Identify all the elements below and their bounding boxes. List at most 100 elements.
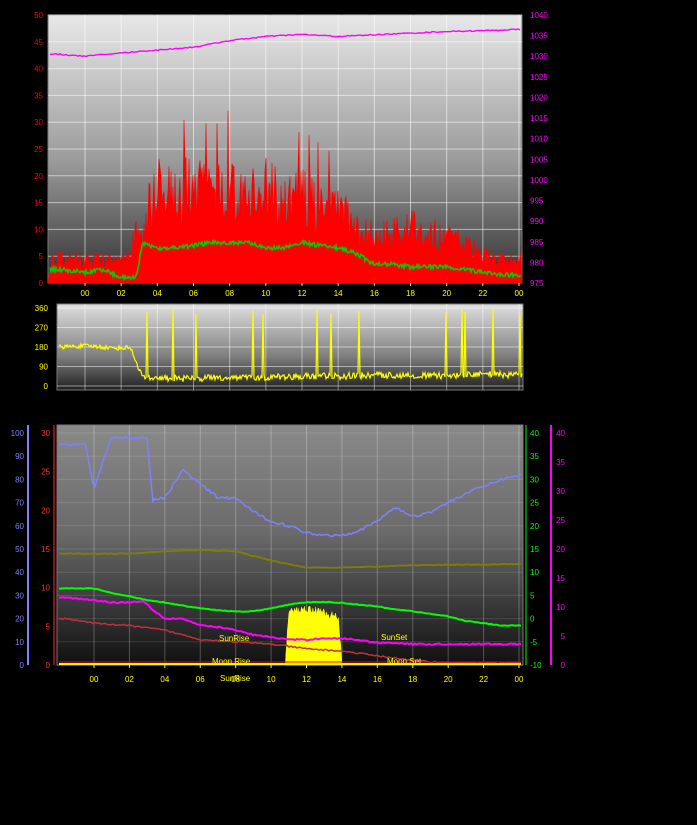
pressure-tick-label: 1040	[530, 11, 548, 20]
legend-humidity: Umidita	[83, 401, 128, 416]
panel-temperature-legend: Pioggia Umidita Solar Extra temp1 Temper…	[0, 401, 576, 416]
pressure-tick-label: 1000	[530, 176, 548, 185]
temperature-tick-label: -10	[530, 661, 542, 670]
direction-tick-label: 180	[35, 343, 49, 352]
x-tick-label-bottom-11: 22	[479, 675, 488, 684]
temperature-tick-label: 25	[530, 499, 539, 508]
rain-tick-label: 0	[46, 661, 51, 670]
direction-tick-label: 0	[44, 382, 49, 391]
legend-dewpoint: Dew Point (°C)	[490, 401, 576, 416]
dewpoint-tick-label: 35	[556, 458, 565, 467]
x-tick-label-bottom-5: 10	[267, 675, 276, 684]
humidity-tick-label: 0	[20, 661, 25, 670]
dewpoint-tick-label: 10	[556, 603, 565, 612]
humidity-tick-label: 80	[15, 475, 24, 484]
x-tick-label-top-9: 18	[406, 289, 415, 298]
wind-tick-label: 10	[34, 225, 43, 234]
x-tick-label-top-6: 12	[298, 289, 307, 298]
wind-tick-label: 5	[39, 252, 44, 261]
direction-tick-label: 270	[35, 324, 49, 333]
x-tick-label-top-5: 10	[261, 289, 270, 298]
compass-label-n-top: N	[544, 299, 553, 314]
x-tick-label-top-3: 06	[189, 289, 198, 298]
humidity-tick-label: 60	[15, 522, 24, 531]
compass-label-n-bottom: N	[544, 380, 553, 395]
pressure-tick-label: 1015	[530, 114, 548, 123]
solar-radiation-area	[285, 605, 343, 666]
temperature-tick-label: -5	[530, 638, 538, 647]
temperature-tick-label: 15	[530, 545, 539, 554]
x-tick-label-top-0: 00	[81, 289, 90, 298]
compass-label-w: W	[543, 319, 556, 334]
pressure-tick-label: 1030	[530, 52, 548, 61]
pressure-tick-label: 1035	[530, 32, 548, 41]
temperature-tick-label: 5	[530, 591, 535, 600]
legend-solar: Solar	[146, 401, 177, 416]
wind-tick-label: 40	[34, 65, 43, 74]
dewpoint-tick-label: 40	[556, 429, 565, 438]
compass-labels: N W S E N	[543, 299, 556, 395]
temperature-tick-label: 20	[530, 522, 539, 531]
rain-tick-label: 15	[41, 545, 50, 554]
humidity-tick-label: 40	[15, 568, 24, 577]
wind-tick-label: 30	[34, 118, 43, 127]
x-tick-label-top-12: 00	[515, 289, 524, 298]
dewpoint-tick-label: 25	[556, 516, 565, 525]
rain-tick-label: 5	[46, 622, 51, 631]
pressure-tick-label: 990	[530, 217, 544, 226]
compass-label-e: E	[545, 360, 554, 375]
humidity-tick-label: 30	[15, 591, 24, 600]
dewpoint-tick-label: 0	[561, 661, 566, 670]
rain-tick-label: 25	[41, 468, 50, 477]
legend-rain: Pioggia	[0, 401, 44, 416]
x-tick-label-bottom-3: 06	[196, 675, 205, 684]
direction-tick-label: 90	[39, 363, 48, 372]
humidity-tick-label: 70	[15, 499, 24, 508]
annotation-sunrise-small: SunRise	[220, 674, 251, 683]
annotation-sunset: SunSet	[381, 633, 408, 642]
pressure-tick-label: 995	[530, 197, 544, 206]
pressure-tick-label: 980	[530, 258, 544, 267]
x-tick-label-bottom-6: 12	[302, 675, 311, 684]
wind-axis-title: Forza vento)	[43, 1, 110, 15]
x-tick-label-bottom-8: 16	[373, 675, 382, 684]
direction-tick-label: 360	[35, 304, 49, 313]
pressure-tick-label: 1010	[530, 135, 548, 144]
wind-tick-label: 50	[34, 11, 43, 20]
humidity-tick-label: 100	[11, 429, 25, 438]
wind-tick-label: 45	[34, 38, 43, 47]
rain-tick-label: 20	[41, 506, 50, 515]
x-tick-label-top-8: 16	[370, 289, 379, 298]
x-tick-label-bottom-0: 00	[90, 675, 99, 684]
temperature-tick-label: 40	[530, 429, 539, 438]
x-tick-label-top-1: 02	[117, 289, 126, 298]
x-tick-label-bottom-1: 02	[125, 675, 134, 684]
dewpoint-tick-label: 30	[556, 487, 565, 496]
wind-tick-label: 25	[34, 145, 43, 154]
temperature-tick-label: 30	[530, 475, 539, 484]
pressure-tick-label: 985	[530, 238, 544, 247]
x-tick-label-bottom-12: 00	[515, 675, 524, 684]
pressure-tick-label: 1020	[530, 93, 548, 102]
x-tick-label-top-10: 20	[442, 289, 451, 298]
x-tick-label-bottom-2: 04	[160, 675, 169, 684]
x-tick-label-top-11: 22	[478, 289, 487, 298]
humidity-tick-label: 10	[15, 638, 24, 647]
humidity-tick-label: 20	[15, 615, 24, 624]
pressure-tick-label: 975	[530, 279, 544, 288]
humidity-tick-label: 90	[15, 452, 24, 461]
rain-tick-label: 30	[41, 429, 50, 438]
compass-label-s: S	[545, 340, 554, 355]
pressure-tick-label: 1025	[530, 73, 548, 82]
annotation-moonrise: Moon Rise	[212, 657, 251, 666]
wind-tick-label: 15	[34, 199, 43, 208]
wind-tick-label: 35	[34, 91, 43, 100]
weather-chart: Forza vento) 24 hour graph day : 29 Dice…	[0, 1, 576, 684]
dewpoint-tick-label: 5	[561, 632, 566, 641]
legend-temperature: Temperatura	[390, 401, 464, 416]
dewpoint-tick-label: 20	[556, 545, 565, 554]
pressure-tick-label: 1005	[530, 155, 548, 164]
x-tick-label-bottom-7: 14	[337, 675, 346, 684]
annotation-moonset: Moon Set	[387, 657, 422, 666]
wind-tick-label: 0	[39, 279, 44, 288]
